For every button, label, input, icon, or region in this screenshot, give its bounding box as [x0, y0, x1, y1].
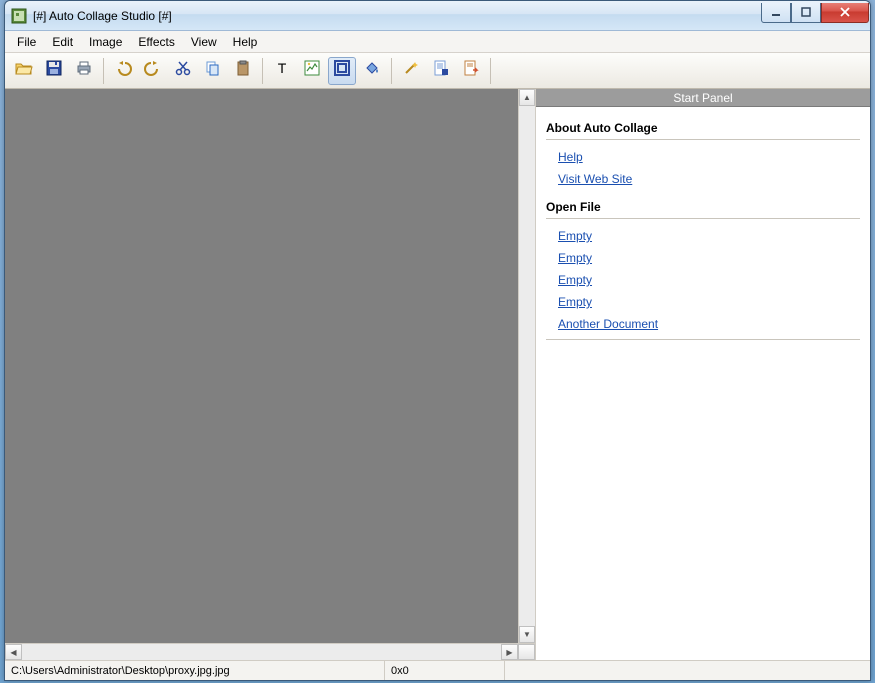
- toolbar-separator: [490, 58, 491, 84]
- canvas-wrap: ▲ ▼ ◀ ▶: [5, 89, 536, 660]
- undo-icon: [114, 59, 132, 82]
- status-spacer: [505, 661, 870, 680]
- paint-bucket-icon: [363, 59, 381, 82]
- wand-icon: [402, 59, 420, 82]
- open-button[interactable]: [10, 57, 38, 85]
- clipboard-icon: [234, 59, 252, 82]
- print-button[interactable]: [70, 57, 98, 85]
- toolbar-separator: [103, 58, 104, 84]
- recent-file-link[interactable]: Empty: [558, 291, 592, 313]
- resample-button[interactable]: [298, 57, 326, 85]
- undo-button[interactable]: [109, 57, 137, 85]
- close-button[interactable]: [821, 3, 869, 23]
- start-panel-title: Start Panel: [536, 89, 870, 107]
- statusbar: C:\Users\Administrator\Desktop\proxy.jpg…: [5, 660, 870, 680]
- open-file-header: Open File: [546, 194, 860, 219]
- about-header: About Auto Collage: [546, 115, 860, 140]
- app-icon: [11, 8, 27, 24]
- toolbar: T: [5, 53, 870, 89]
- toolbar-separator: [262, 58, 263, 84]
- vertical-scrollbar[interactable]: ▲ ▼: [518, 89, 535, 643]
- menu-effects[interactable]: Effects: [130, 33, 182, 51]
- floppy-disk-icon: [45, 59, 63, 82]
- export-button[interactable]: [457, 57, 485, 85]
- recent-file-link[interactable]: Empty: [558, 269, 592, 291]
- scroll-down-button[interactable]: ▼: [519, 626, 535, 643]
- save-as-button[interactable]: [427, 57, 455, 85]
- toolbar-separator: [391, 58, 392, 84]
- text-tool-button[interactable]: T: [268, 57, 296, 85]
- scroll-corner: [518, 644, 535, 660]
- menu-view[interactable]: View: [183, 33, 225, 51]
- maximize-button[interactable]: [791, 3, 821, 23]
- folder-open-icon: [15, 59, 33, 82]
- menu-file[interactable]: File: [9, 33, 44, 51]
- printer-icon: [75, 59, 93, 82]
- recent-file-link[interactable]: Empty: [558, 247, 592, 269]
- menu-help[interactable]: Help: [225, 33, 266, 51]
- menu-edit[interactable]: Edit: [44, 33, 81, 51]
- status-dimensions: 0x0: [385, 661, 505, 680]
- document-save-icon: [432, 59, 450, 82]
- fill-button[interactable]: [358, 57, 386, 85]
- client-area: ▲ ▼ ◀ ▶ Start Panel About Auto Collage H…: [5, 89, 870, 660]
- horizontal-scrollbar[interactable]: ◀ ▶: [5, 643, 535, 660]
- visit-website-link[interactable]: Visit Web Site: [558, 168, 632, 190]
- text-icon: T: [273, 59, 291, 82]
- save-button[interactable]: [40, 57, 68, 85]
- copy-icon: [204, 59, 222, 82]
- scroll-left-button[interactable]: ◀: [5, 644, 22, 660]
- help-link[interactable]: Help: [558, 146, 583, 168]
- menubar: File Edit Image Effects View Help: [5, 31, 870, 53]
- another-document-link[interactable]: Another Document: [558, 313, 658, 335]
- recent-file-link[interactable]: Empty: [558, 225, 592, 247]
- frame-icon: [333, 59, 351, 82]
- scroll-track[interactable]: [519, 106, 535, 626]
- app-window: [#] Auto Collage Studio [#] File Edit Im…: [4, 0, 871, 681]
- scroll-track[interactable]: [22, 644, 501, 660]
- minimize-button[interactable]: [761, 3, 791, 23]
- svg-text:T: T: [278, 60, 287, 76]
- document-export-icon: [462, 59, 480, 82]
- scroll-right-button[interactable]: ▶: [501, 644, 518, 660]
- redo-button[interactable]: [139, 57, 167, 85]
- window-title: [#] Auto Collage Studio [#]: [33, 9, 761, 23]
- start-panel-body: About Auto Collage Help Visit Web Site O…: [536, 107, 870, 348]
- image-resize-icon: [303, 59, 321, 82]
- start-panel: Start Panel About Auto Collage Help Visi…: [536, 89, 870, 660]
- paste-button[interactable]: [229, 57, 257, 85]
- window-buttons: [761, 3, 869, 23]
- menu-image[interactable]: Image: [81, 33, 130, 51]
- filter-button[interactable]: [397, 57, 425, 85]
- frame-button[interactable]: [328, 57, 356, 85]
- cut-button[interactable]: [169, 57, 197, 85]
- redo-icon: [144, 59, 162, 82]
- scissors-icon: [174, 59, 192, 82]
- copy-button[interactable]: [199, 57, 227, 85]
- canvas[interactable]: [5, 89, 518, 643]
- titlebar: [#] Auto Collage Studio [#]: [5, 1, 870, 31]
- status-path: C:\Users\Administrator\Desktop\proxy.jpg…: [5, 661, 385, 680]
- scroll-up-button[interactable]: ▲: [519, 89, 535, 106]
